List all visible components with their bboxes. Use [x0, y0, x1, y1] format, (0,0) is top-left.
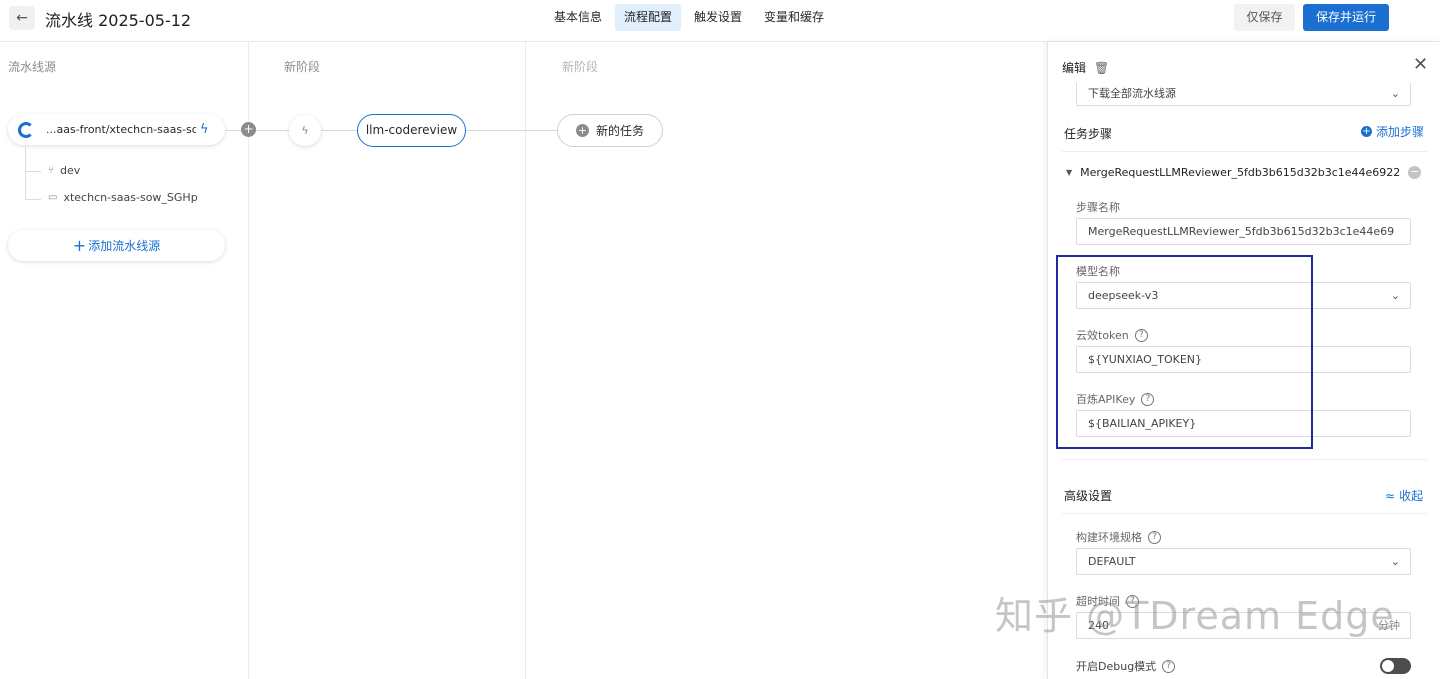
help-icon[interactable]: ?: [1126, 594, 1139, 608]
model-value: deepseek-v3: [1088, 289, 1159, 302]
lightning-icon[interactable]: ϟ: [200, 122, 209, 137]
help-icon[interactable]: ?: [1162, 659, 1176, 673]
folder-name: xtechcn-saas-sow_SGHp: [63, 191, 198, 204]
collapse-button[interactable]: ≈ 收起: [1385, 487, 1423, 504]
chevron-down-icon: ⌄: [1390, 87, 1400, 100]
chevron-down-icon: ⌄: [1390, 555, 1400, 568]
task-steps-title: 任务步骤: [1064, 127, 1113, 141]
page-title: 流水线 2025-05-12: [45, 11, 192, 30]
env-spec-label: 构建环境规格 ?: [1076, 529, 1161, 545]
env-spec-label-text: 构建环境规格: [1076, 531, 1142, 544]
model-name-label: 模型名称: [1076, 263, 1120, 279]
add-step-button[interactable]: + 添加步骤: [1361, 123, 1424, 140]
job-node-llm-codereview[interactable]: llm-codereview: [357, 114, 466, 147]
help-icon[interactable]: ?: [1148, 530, 1161, 544]
tab-trigger-settings[interactable]: 触发设置: [685, 4, 751, 31]
divider: [1062, 151, 1427, 152]
top-header: ← 流水线 2025-05-12 基本信息 流程配置 触发设置 变量和缓存 仅保…: [0, 0, 1440, 42]
source-download-value: 下载全部流水线源: [1088, 87, 1176, 100]
branch-icon: ⑂: [48, 165, 54, 176]
folder-icon: ▭: [48, 192, 58, 203]
plus-circle-icon: +: [1361, 126, 1372, 137]
new-task-button[interactable]: + 新的任务: [557, 114, 663, 147]
source-branch: ⑂ dev: [48, 164, 80, 177]
debug-label: 开启Debug模式 ?: [1076, 658, 1176, 674]
token-input[interactable]: ${YUNXIAO_TOKEN}: [1076, 346, 1411, 373]
step-header[interactable]: ▼ MergeRequestLLMReviewer_5fdb3b615d32b3…: [1066, 166, 1400, 179]
step-name-label: 步骤名称: [1076, 199, 1120, 215]
panel-header: 编辑 🗑: [1062, 59, 1109, 76]
stage-title-new[interactable]: 新阶段: [284, 58, 320, 75]
source-repo-name: ...aas-front/xtechcn-saas-sow: [46, 123, 196, 136]
stage-divider: [248, 42, 249, 679]
collapse-chevron-icon: ≈: [1385, 488, 1396, 503]
tree-line: [25, 171, 41, 172]
chevron-down-icon: ⌄: [1390, 289, 1400, 302]
add-source-label: 添加流水线源: [88, 239, 161, 253]
step-name-label-text: 步骤名称: [1076, 201, 1120, 214]
advanced-settings-title: 高级设置: [1064, 489, 1113, 503]
divider: [1062, 513, 1427, 514]
plus-circle-icon: +: [575, 124, 589, 137]
tab-variables-cache[interactable]: 变量和缓存: [755, 4, 833, 31]
edit-panel: 编辑 🗑 ✕ 下载全部流水线源 ⌄ 任务步骤 + 添加步骤 ▼ MergeReq…: [1047, 42, 1440, 679]
env-spec-value: DEFAULT: [1088, 555, 1136, 568]
tab-bar: 基本信息 流程配置 触发设置 变量和缓存: [545, 4, 833, 31]
apikey-label: 百炼APIKey ?: [1076, 391, 1155, 407]
remove-step-icon[interactable]: −: [1408, 166, 1421, 179]
help-icon[interactable]: ?: [1141, 392, 1155, 406]
stage-title-source: 流水线源: [8, 60, 57, 74]
timeout-label: 超时时间 ?: [1076, 593, 1139, 609]
debug-label-text: 开启Debug模式: [1076, 660, 1157, 673]
step-header-name: MergeRequestLLMReviewer_5fdb3b615d32b3c1…: [1080, 166, 1401, 179]
timeout-input[interactable]: 240 分钟: [1076, 612, 1411, 639]
timeout-label-text: 超时时间: [1076, 595, 1120, 608]
help-icon[interactable]: ?: [1134, 328, 1148, 342]
trigger-lightning-icon[interactable]: ϟ: [289, 115, 321, 146]
caret-down-icon: ▼: [1066, 168, 1073, 177]
collapse-label: 收起: [1399, 489, 1424, 503]
timeout-value: 240: [1088, 619, 1109, 632]
toggle-knob: [1382, 660, 1394, 672]
apikey-input[interactable]: ${BAILIAN_APIKEY}: [1076, 410, 1411, 437]
timeout-unit: 分钟: [1378, 619, 1400, 632]
new-task-label: 新的任务: [595, 124, 644, 138]
env-spec-select[interactable]: DEFAULT ⌄: [1076, 548, 1411, 575]
tab-basic-info[interactable]: 基本信息: [545, 4, 611, 31]
codeup-logo-icon: [18, 121, 34, 138]
save-and-run-button[interactable]: 保存并运行: [1303, 4, 1389, 31]
back-arrow-icon[interactable]: ←: [9, 6, 35, 30]
source-download-select[interactable]: 下载全部流水线源 ⌄: [1076, 82, 1411, 106]
stage-title-new-placeholder[interactable]: 新阶段: [562, 58, 598, 75]
connector-line: [466, 130, 557, 131]
plus-icon: +: [72, 236, 87, 255]
debug-toggle[interactable]: [1380, 658, 1411, 674]
source-folder: ▭ xtechcn-saas-sow_SGHp: [48, 191, 198, 204]
stage-divider: [525, 42, 526, 679]
save-only-button[interactable]: 仅保存: [1234, 4, 1295, 31]
token-label: 云效token ?: [1076, 327, 1148, 343]
pipeline-source-card[interactable]: ...aas-front/xtechcn-saas-sow ϟ: [8, 114, 225, 145]
connector-line: [321, 130, 357, 131]
add-step-label: 添加步骤: [1376, 125, 1425, 139]
step-name-input[interactable]: MergeRequestLLMReviewer_5fdb3b615d32b3c1…: [1076, 218, 1411, 245]
apikey-label-text: 百炼APIKey: [1076, 393, 1136, 406]
token-label-text: 云效token: [1076, 329, 1129, 342]
trash-icon[interactable]: 🗑: [1094, 61, 1109, 75]
tab-process-config[interactable]: 流程配置: [615, 4, 682, 31]
add-stage-plus-icon[interactable]: +: [241, 122, 256, 137]
close-icon[interactable]: ✕: [1413, 54, 1428, 75]
model-select[interactable]: deepseek-v3 ⌄: [1076, 282, 1411, 309]
branch-name: dev: [60, 164, 81, 177]
add-source-button[interactable]: + 添加流水线源: [8, 230, 225, 261]
model-name-label-text: 模型名称: [1076, 265, 1120, 278]
panel-title: 编辑: [1062, 61, 1087, 75]
tree-line: [25, 146, 26, 200]
connector-line: [225, 130, 289, 131]
tree-line: [25, 199, 41, 200]
divider: [1062, 459, 1427, 460]
